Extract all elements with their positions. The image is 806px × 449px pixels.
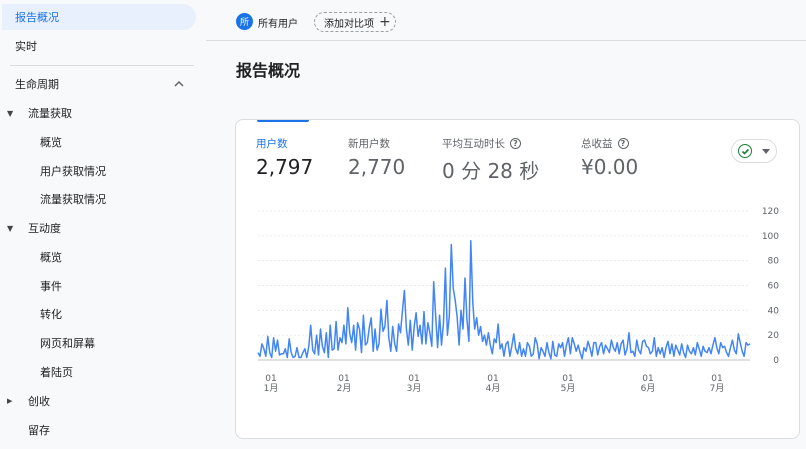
- add-comparison-button[interactable]: 添加对比项 +: [314, 12, 396, 32]
- comparison-bar: 所 所有用户 添加对比项 +: [206, 0, 806, 41]
- metric-label: 平均互动时长: [442, 138, 505, 150]
- x-tick: 016月: [641, 374, 656, 394]
- metric-tab-total-revenue[interactable]: 总收益 ? ¥0.00: [581, 136, 638, 179]
- x-tick: 013月: [407, 374, 422, 394]
- users-line-chart: 120100806040200 011月012月013月014月015月016月…: [257, 207, 779, 394]
- y-tick-label: 100: [762, 232, 779, 242]
- x-tick-month: 4月: [486, 383, 501, 394]
- x-tick: 017月: [710, 374, 725, 394]
- sidebar-item-label: 流量获取: [28, 107, 72, 120]
- help-icon[interactable]: ?: [617, 138, 629, 149]
- x-tick: 015月: [561, 374, 576, 394]
- sidebar-item-label: 互动度: [28, 222, 61, 235]
- sidebar-section-label: 生命周期: [15, 78, 59, 91]
- chevron-up-icon[interactable]: [173, 79, 185, 89]
- metric-value: ¥0.00: [581, 155, 639, 179]
- data-quality-button[interactable]: [731, 139, 777, 163]
- sidebar-item-label: 用户获取情况: [40, 165, 106, 178]
- metric-label-row: 平均互动时长 ?: [442, 136, 539, 151]
- metric-tab-avg-engagement[interactable]: 平均互动时长 ? 0 分 28 秒: [442, 136, 539, 184]
- y-tick-label: 40: [768, 306, 780, 316]
- page-title: 报告概况: [236, 61, 301, 80]
- metric-value: 2,770: [348, 155, 406, 179]
- y-tick-label: 0: [773, 356, 779, 366]
- sidebar-item-label: 转化: [40, 308, 62, 321]
- x-tick-day: 01: [642, 374, 653, 384]
- sidebar-item-reports-overview[interactable]: 报告概况: [2, 4, 196, 30]
- analytics-app: 报告概况 实时 生命周期 ▼ 流量获取 概览 用户获取情况 流量获取情况 ▼ 互…: [0, 0, 806, 449]
- caret-down-icon: ▼: [7, 108, 14, 118]
- metric-label: 用户数: [256, 138, 288, 150]
- metric-label-row: 总收益 ?: [581, 136, 638, 151]
- sidebar-item-label: 创收: [28, 395, 50, 408]
- caret-right-icon: ▶: [7, 397, 13, 405]
- x-tick-day: 01: [487, 374, 498, 384]
- x-tick-month: 5月: [561, 383, 576, 394]
- x-tick-day: 01: [265, 374, 276, 384]
- x-tick-day: 01: [711, 374, 722, 384]
- sidebar-section-lifecycle[interactable]: 生命周期: [0, 71, 196, 97]
- overview-card: 用户数 2,797 新用户数 2,770 平均互动时长 ? 0 分 28 秒 总…: [235, 119, 800, 439]
- x-tick-month: 1月: [264, 383, 279, 394]
- metric-value: 0 分 28 秒: [442, 159, 540, 183]
- check-circle-icon: [738, 144, 752, 158]
- x-tick: 014月: [486, 374, 501, 394]
- sidebar-item-label: 实时: [15, 40, 37, 53]
- users-series-line: [257, 240, 751, 360]
- sidebar-nav: 报告概况 实时 生命周期 ▼ 流量获取 概览 用户获取情况 流量获取情况 ▼ 互…: [0, 0, 206, 449]
- plus-icon: +: [379, 14, 391, 30]
- sidebar-divider: [10, 65, 194, 66]
- x-tick-month: 7月: [710, 383, 725, 394]
- metric-label: 新用户数: [348, 138, 390, 150]
- metric-value: 2,797: [256, 155, 314, 179]
- sidebar-item-label: 网页和屏幕: [40, 337, 95, 350]
- sidebar-item-label: 着陆页: [40, 366, 73, 379]
- x-tick-month: 6月: [641, 383, 656, 394]
- x-axis: 011月012月013月014月015月016月017月: [264, 374, 725, 394]
- sidebar-item-label: 概览: [40, 251, 62, 264]
- y-tick-label: 20: [768, 331, 780, 341]
- caret-down-icon: ▼: [7, 223, 14, 233]
- x-tick-day: 01: [338, 374, 349, 384]
- x-tick-month: 3月: [407, 383, 422, 394]
- metric-tab-users[interactable]: 用户数 2,797: [256, 136, 313, 179]
- metric-tab-new-users[interactable]: 新用户数 2,770: [348, 136, 405, 179]
- active-tab-indicator: [257, 120, 309, 122]
- dropdown-arrow-icon: [762, 149, 770, 154]
- add-comparison-label: 添加对比项: [324, 18, 374, 30]
- y-tick-label: 120: [762, 207, 779, 217]
- sidebar-item-label: 流量获取情况: [40, 193, 106, 206]
- chart-series: [257, 240, 751, 360]
- x-tick: 012月: [337, 374, 352, 394]
- y-axis: 120 100 80 60 40 20 0: [762, 207, 779, 366]
- y-tick-label: 60: [768, 282, 780, 292]
- sidebar-item-label: 概览: [40, 136, 62, 149]
- x-tick: 011月: [264, 374, 279, 394]
- x-tick-month: 2月: [337, 383, 352, 394]
- y-tick-label: 80: [768, 257, 780, 267]
- x-tick-day: 01: [562, 374, 573, 384]
- x-tick-day: 01: [408, 374, 419, 384]
- sidebar-item-label: 事件: [40, 280, 62, 293]
- sidebar-item-label: 留存: [28, 424, 50, 437]
- sidebar-item-label: 报告概况: [15, 11, 59, 24]
- segment-label[interactable]: 所有用户: [258, 15, 298, 30]
- help-icon[interactable]: ?: [510, 138, 521, 149]
- metric-label: 总收益: [581, 138, 613, 150]
- segment-avatar[interactable]: 所: [236, 13, 253, 30]
